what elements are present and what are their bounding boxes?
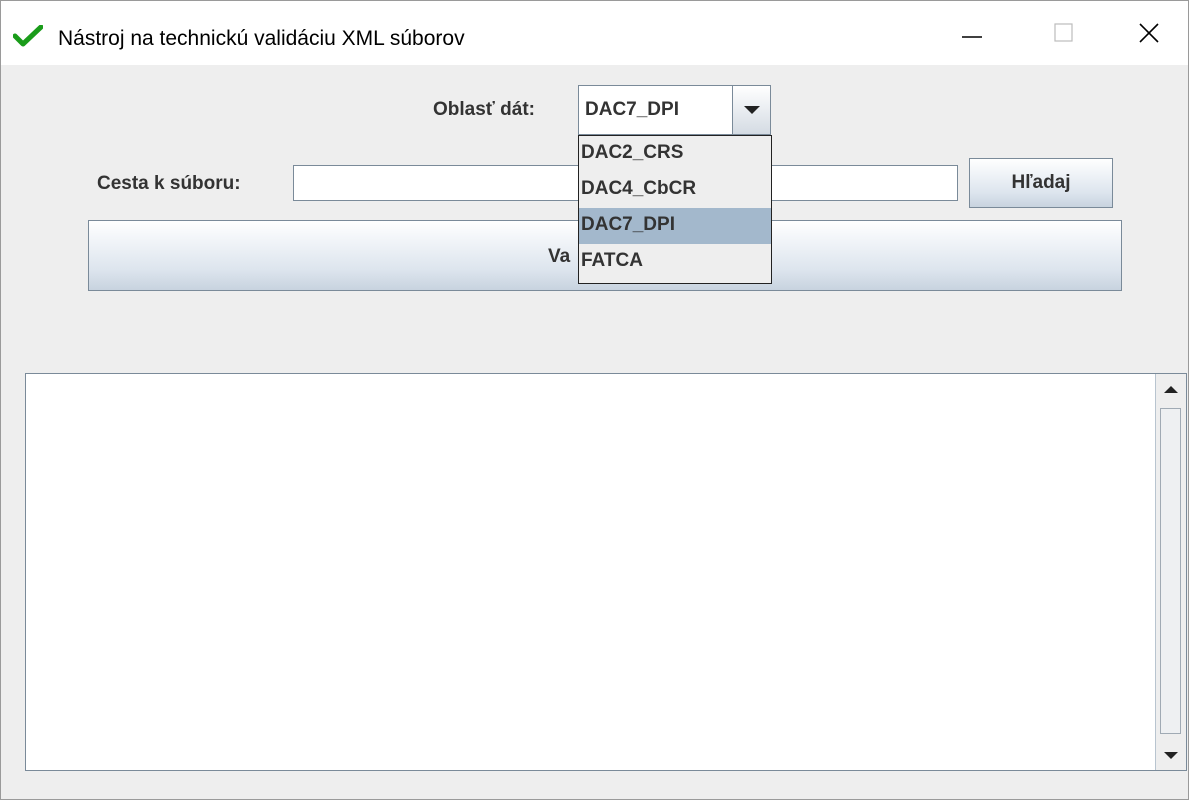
dropdown-option-fatca[interactable]: FATCA [579, 244, 771, 280]
arrow-up-icon [1164, 385, 1178, 393]
scroll-down-button[interactable] [1156, 740, 1186, 770]
close-icon [1139, 23, 1159, 43]
dropdown-option-dac4-cbcr[interactable]: DAC4_CbCR [579, 172, 771, 208]
title-bar: Nástroj na technickú validáciu XML súbor… [1, 1, 1188, 65]
scrollbar-track[interactable] [1160, 408, 1181, 734]
output-text-area[interactable] [25, 373, 1187, 771]
maximize-icon [1054, 23, 1073, 42]
close-button[interactable] [1110, 1, 1188, 65]
vertical-scrollbar[interactable] [1155, 374, 1186, 770]
chevron-down-icon [743, 106, 760, 114]
maximize-button[interactable] [1018, 1, 1110, 65]
data-area-dropdown-list: DAC2_CRS DAC4_CbCR DAC7_DPI FATCA [578, 135, 772, 284]
minimize-icon [962, 36, 982, 38]
combo-dropdown-button[interactable] [732, 86, 770, 134]
scroll-up-button[interactable] [1156, 374, 1186, 404]
dropdown-option-dac7-dpi[interactable]: DAC7_DPI [579, 208, 771, 244]
data-area-label: Oblasť dát: [433, 99, 536, 120]
search-button[interactable]: Hľadaj [969, 158, 1113, 208]
arrow-down-icon [1164, 751, 1178, 759]
validate-button-label: Va [548, 246, 571, 267]
data-area-combo[interactable]: DAC7_DPI [578, 85, 771, 135]
minimize-button[interactable] [926, 1, 1018, 65]
dropdown-option-dac2-crs[interactable]: DAC2_CRS [579, 136, 771, 172]
file-path-label: Cesta k súboru: [97, 173, 241, 194]
check-icon [12, 24, 44, 47]
data-area-selected: DAC7_DPI [585, 99, 679, 120]
app-window: Nástroj na technickú validáciu XML súbor… [0, 0, 1189, 800]
window-title: Nástroj na technickú validáciu XML súbor… [58, 27, 465, 50]
